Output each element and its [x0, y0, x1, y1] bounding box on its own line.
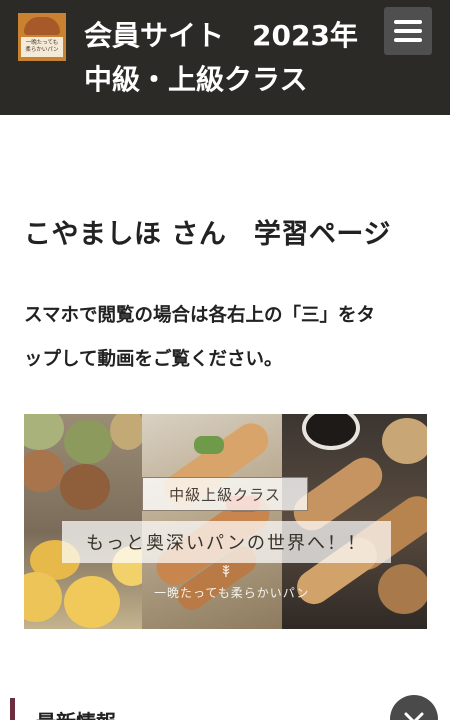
page-title: こやましほ さん 学習ページ: [24, 219, 391, 250]
hamburger-menu-button[interactable]: [384, 7, 432, 55]
news-section-title: 最新情報: [36, 706, 116, 720]
site-title-line-2: 中級・上級クラス: [84, 63, 308, 96]
banner-class-tag: 中級上級クラス: [142, 477, 308, 511]
bread-logo-graphic: [24, 17, 60, 35]
site-logo[interactable]: 一晩たっても 柔らかいパン: [18, 13, 66, 61]
class-banner-image: 中級上級クラス もっと奥深いパンの世界へ！！ 一晩たっても柔らかいパン: [24, 414, 427, 629]
wheat-icon: [216, 564, 236, 578]
instruction-line-1: スマホで閲覧の場合は各右上の「三」をタ: [24, 305, 375, 326]
site-title-line-1: 会員サイト 2023年: [84, 19, 358, 52]
banner-brand-name: 一晩たっても柔らかいパン: [154, 586, 310, 600]
chevron-down-icon: [403, 710, 425, 720]
instruction-line-2: ップして動画をご覧ください。: [24, 349, 283, 370]
section-toggle-button[interactable]: [390, 695, 438, 720]
banner-slogan: もっと奥深いパンの世界へ！！: [62, 521, 391, 563]
logo-text-line: 一晩たっても: [25, 40, 59, 46]
logo-text-panel: 一晩たっても 柔らかいパン: [21, 37, 63, 57]
section-accent-bar: [10, 698, 15, 720]
logo-text-line: 柔らかいパン: [25, 47, 59, 53]
site-title[interactable]: 会員サイト 2023年 中級・上級クラス: [84, 14, 384, 102]
instruction-text: スマホで閲覧の場合は各右上の「三」をタ ップして動画をご覧ください。: [24, 294, 424, 382]
site-header: 一晩たっても 柔らかいパン 会員サイト 2023年 中級・上級クラス: [0, 0, 450, 115]
